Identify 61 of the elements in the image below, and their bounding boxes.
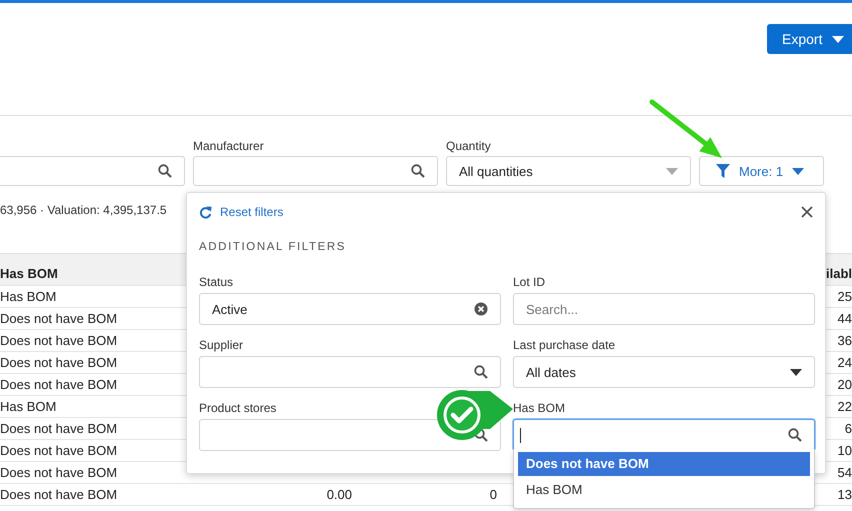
table-cell: Does not have BOM: [0, 333, 118, 348]
summary-text: 63,956 · Valuation: 4,395,137.5: [0, 202, 167, 218]
column-header[interactable]: ilabl: [826, 266, 852, 281]
search-icon: [158, 164, 172, 178]
table-cell: Does not have BOM: [0, 311, 118, 326]
table-cell: Does not have BOM: [0, 465, 118, 480]
export-button[interactable]: Export: [767, 24, 852, 54]
close-icon[interactable]: [801, 206, 813, 218]
input-field[interactable]: Search...: [513, 293, 815, 325]
table-cell: 13: [838, 487, 852, 502]
field-label: Last purchase date: [513, 337, 616, 354]
column-header[interactable]: Has BOM: [0, 266, 58, 281]
field-label: Supplier: [199, 337, 244, 354]
dropdown-select[interactable]: All quantities: [446, 156, 691, 186]
caret-icon: [792, 168, 804, 174]
clear-icon[interactable]: [474, 302, 488, 316]
table-cell: 36: [838, 333, 852, 348]
refresh-icon: [199, 206, 212, 218]
field-label: Status: [199, 274, 234, 291]
caret-icon: [790, 368, 802, 376]
field-label: Quantity: [446, 138, 492, 155]
search-icon: [411, 164, 425, 178]
input-field[interactable]: Active: [199, 293, 501, 325]
caret-icon: [666, 168, 678, 174]
table-cell: 0: [490, 487, 497, 502]
table-cell: 10: [838, 443, 852, 458]
field-label: Product stores: [199, 400, 278, 417]
search-field[interactable]: [193, 156, 438, 186]
table-cell: Does not have BOM: [0, 377, 118, 392]
dropdown-option[interactable]: Does not have BOM: [518, 452, 810, 476]
table-cell: 20: [838, 377, 852, 392]
table-cell: Does not have BOM: [0, 443, 118, 458]
caret-icon: [832, 36, 844, 42]
field-label: Manufacturer: [193, 138, 265, 155]
check-badge-icon: [437, 390, 513, 440]
search-field[interactable]: [0, 156, 185, 186]
table-cell: Does not have BOM: [0, 487, 118, 502]
field-label: Lot ID: [513, 274, 546, 291]
field-label: Has BOM: [513, 400, 566, 417]
table-cell: Does not have BOM: [0, 355, 118, 370]
table-cell: 0.00: [326, 487, 352, 502]
table-cell: Has BOM: [0, 399, 56, 414]
section-heading: ADDITIONAL FILTERS: [199, 240, 348, 255]
table-cell: 44: [838, 311, 852, 326]
table-cell: 54: [838, 465, 852, 480]
table-cell: Has BOM: [0, 289, 56, 304]
search-field[interactable]: [199, 356, 501, 388]
dropdown-select[interactable]: All dates: [513, 356, 815, 388]
search-field[interactable]: [199, 419, 501, 451]
table-cell: 25: [838, 289, 852, 304]
table-cell: 24: [838, 355, 852, 370]
reset-filters-link[interactable]: Reset filters: [199, 205, 284, 219]
search-icon: [474, 365, 488, 379]
dropdown-option[interactable]: Has BOM: [518, 478, 810, 502]
search-icon: [788, 428, 802, 442]
more-filters-button[interactable]: More: 1: [699, 156, 824, 186]
table-cell: 22: [838, 399, 852, 414]
search-field[interactable]: [513, 419, 815, 451]
table-cell: Does not have BOM: [0, 421, 118, 436]
table-cell: 6: [844, 421, 852, 436]
filter-icon: [716, 164, 730, 178]
